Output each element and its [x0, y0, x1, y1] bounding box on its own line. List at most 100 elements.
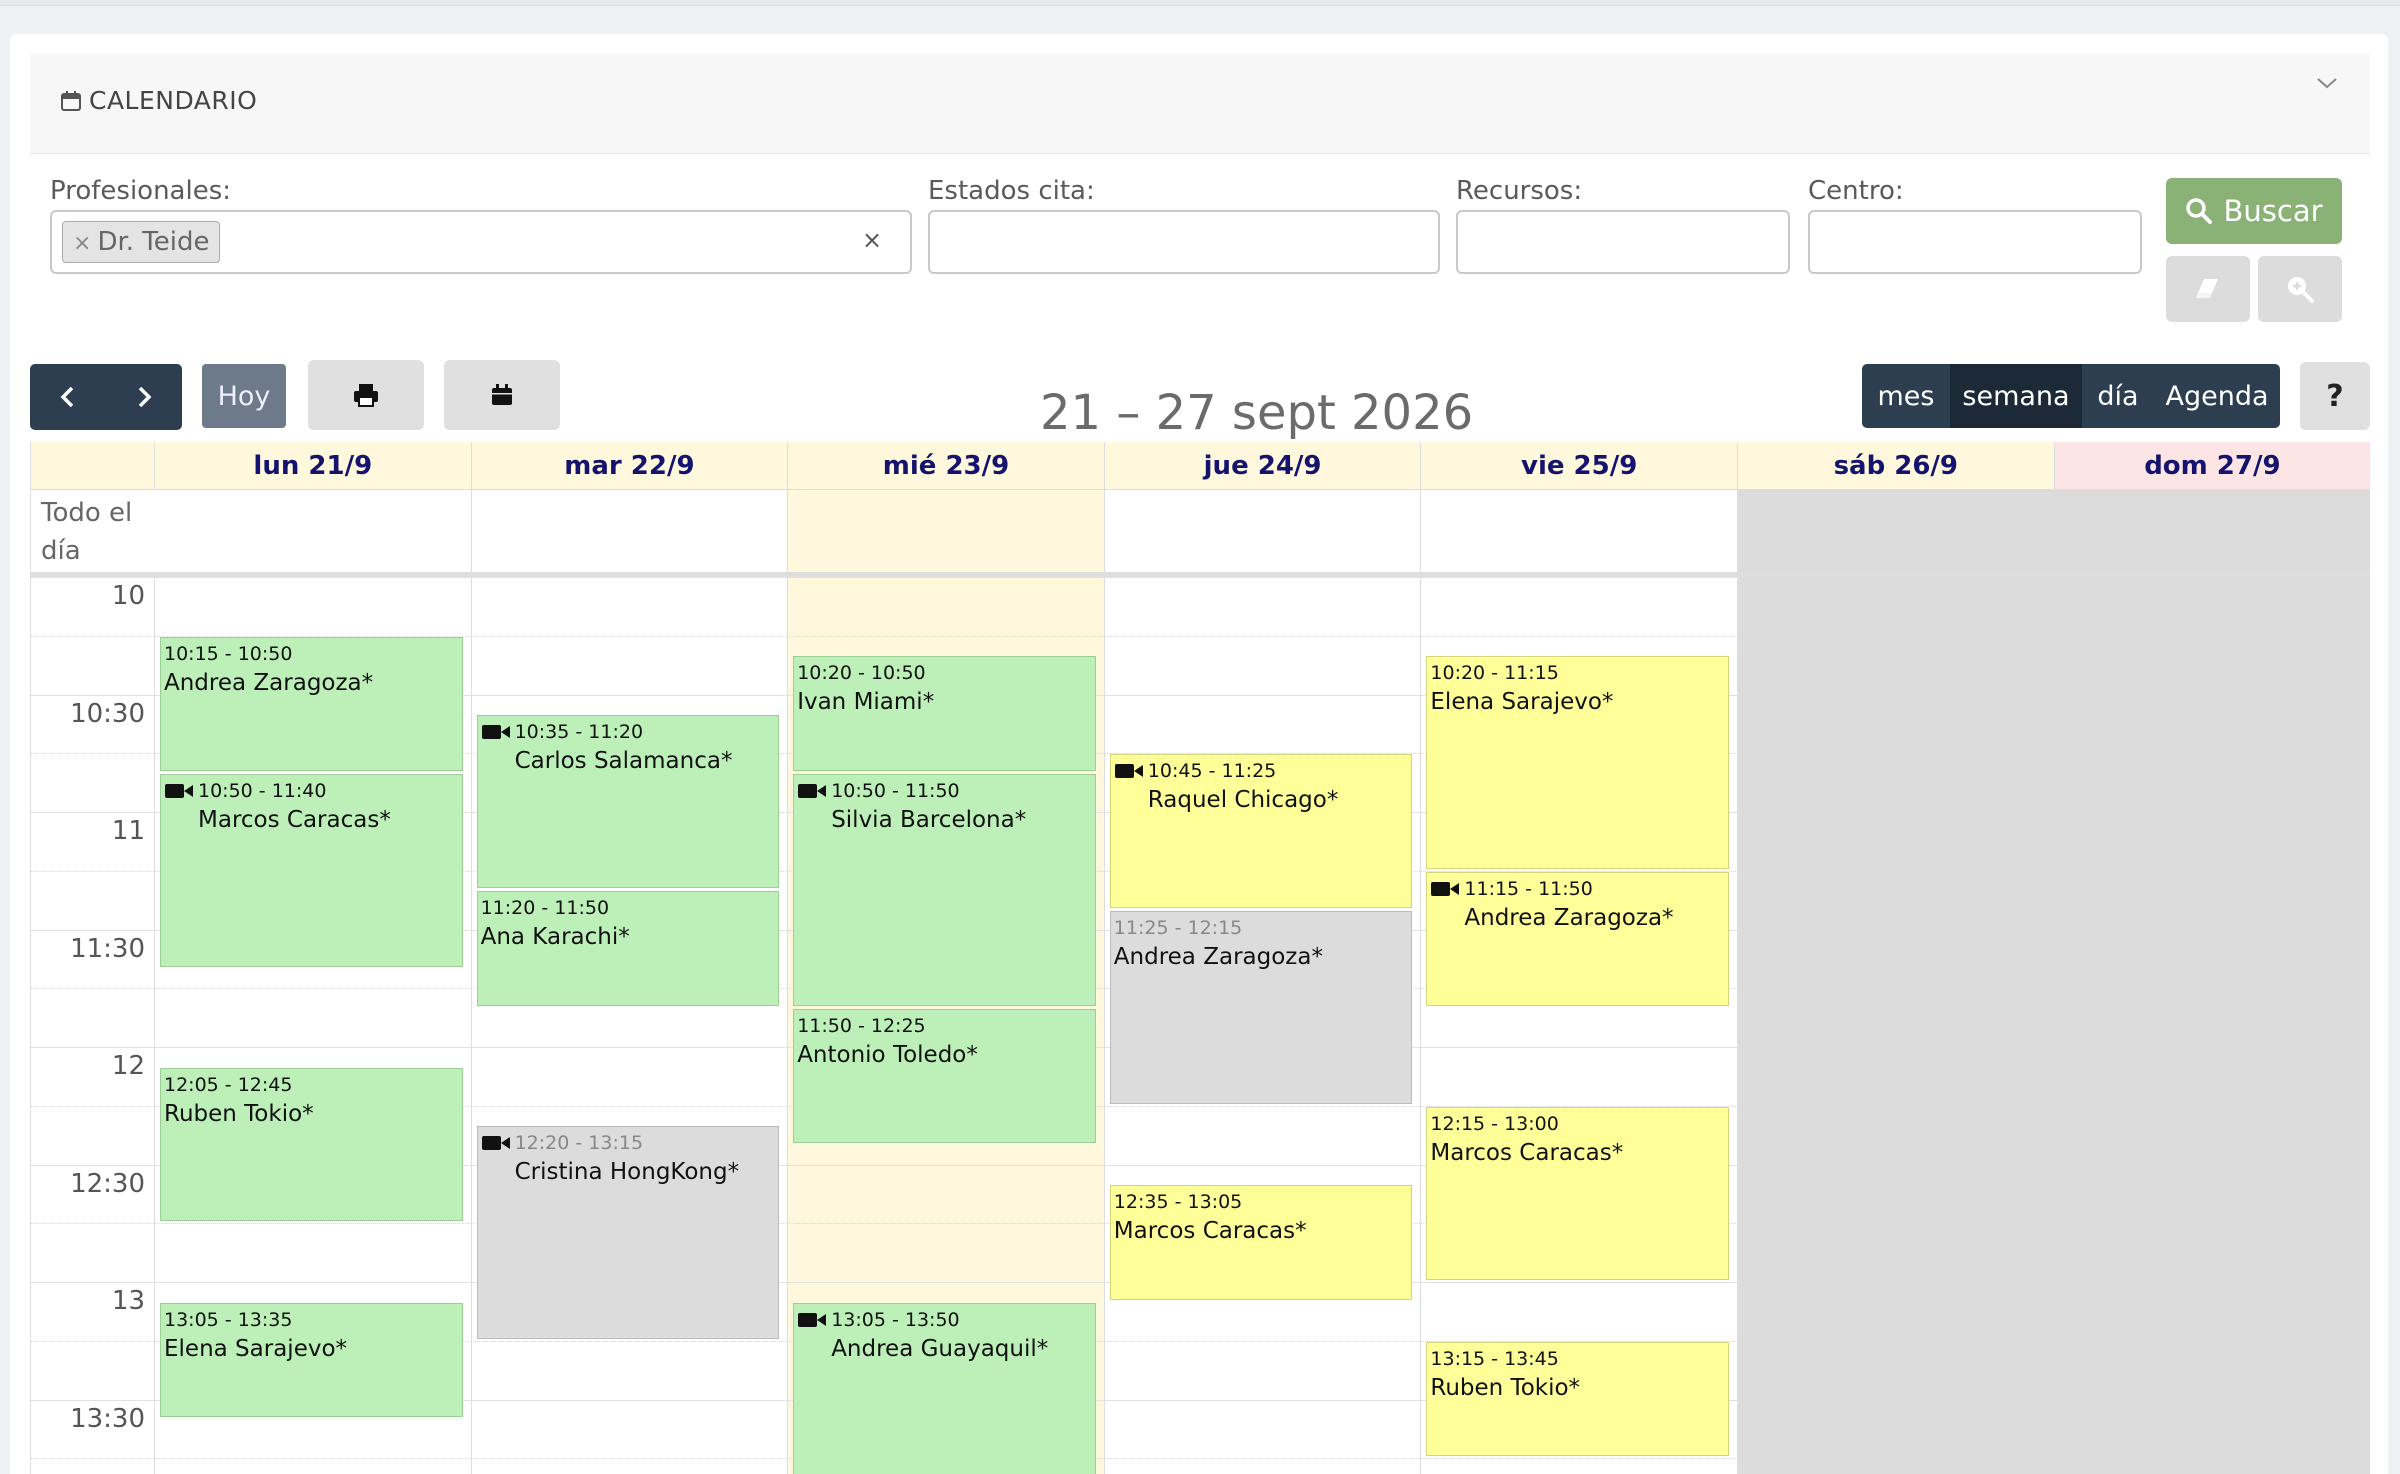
prev-button[interactable] — [30, 364, 106, 430]
day-header[interactable]: sáb 26/9 — [1738, 442, 2055, 490]
event-patient-name: Ana Karachi* — [480, 924, 630, 951]
allday-cell[interactable] — [1421, 490, 1738, 572]
appointment-event[interactable]: 10:35 - 11:20 Carlos Salamanca* — [476, 715, 780, 889]
event-time: 10:50 - 11:40 — [164, 779, 459, 803]
event-patient-name: Marcos Caracas* — [1113, 1218, 1307, 1245]
day-header[interactable]: lun 21/9 — [155, 442, 472, 490]
event-patient-name: Raquel Chicago* — [1147, 787, 1339, 814]
view-month-button[interactable]: mes — [1862, 364, 1950, 428]
allday-label: Todo el día — [41, 498, 133, 566]
appointment-event[interactable]: 10:20 - 11:15 Elena Sarajevo* — [1426, 656, 1729, 869]
time-label: 11:30 — [70, 933, 145, 964]
time-label: 13:30 — [70, 1403, 145, 1434]
event-patient-name: Elena Sarajevo* — [164, 1335, 348, 1362]
event-patient-name: Elena Sarajevo* — [1430, 689, 1614, 716]
profesional-tag-label: Dr. Teide — [97, 227, 210, 257]
eraser-button[interactable] — [2166, 256, 2250, 322]
event-patient-name: Marcos Caracas* — [1430, 1139, 1624, 1166]
appointment-event[interactable]: 12:20 - 13:15 Cristina HongKong* — [476, 1126, 780, 1339]
appointment-event[interactable]: 13:05 - 13:35 Elena Sarajevo* — [160, 1302, 463, 1418]
view-week-button[interactable]: semana — [1950, 364, 2082, 428]
time-label: 11 — [111, 816, 145, 846]
allday-cell[interactable] — [472, 490, 789, 572]
allday-cell[interactable] — [1738, 490, 2055, 572]
next-button[interactable] — [106, 364, 182, 430]
zoom-button[interactable] — [2258, 256, 2342, 322]
allday-cell[interactable] — [155, 490, 472, 572]
card-header — [30, 54, 2370, 154]
event-time: 10:35 - 11:20 — [481, 720, 776, 744]
day-column[interactable] — [1738, 577, 2055, 1474]
day-header[interactable]: dom 27/9 — [2054, 442, 2370, 490]
today-button[interactable]: Hoy — [202, 364, 286, 428]
chevron-right-icon — [138, 386, 152, 408]
appointment-event[interactable]: 11:50 - 12:25 Antonio Toledo* — [793, 1008, 1096, 1143]
date-picker-button[interactable] — [444, 360, 560, 430]
event-time: 13:05 - 13:35 — [164, 1308, 459, 1332]
event-time-text: 11:25 - 12:15 — [1113, 916, 1243, 939]
day-header[interactable]: vie 25/9 — [1421, 442, 1738, 490]
appointment-event[interactable]: 11:25 - 12:15 Andrea Zaragoza* — [1109, 910, 1413, 1104]
event-patient-name: Andrea Guayaquil* — [831, 1335, 1049, 1362]
event-patient-name: Carlos Salamanca* — [514, 748, 733, 775]
print-button[interactable] — [308, 360, 424, 430]
gutter-header — [31, 442, 155, 490]
event-time-text: 12:20 - 13:15 — [514, 1132, 644, 1155]
event-patient-name: Andrea Zaragoza* — [1113, 943, 1323, 970]
zoom-in-icon — [2288, 277, 2314, 303]
day-column[interactable] — [472, 577, 789, 1474]
search-icon — [2186, 198, 2213, 224]
event-time-text: 10:45 - 11:25 — [1147, 760, 1277, 783]
day-header[interactable]: mié 23/9 — [788, 442, 1105, 490]
appointment-event[interactable]: 11:15 - 11:50 Andrea Zaragoza* — [1426, 871, 1729, 1006]
tag-remove-icon[interactable]: × — [73, 231, 91, 256]
chevron-down-icon[interactable] — [2314, 70, 2340, 96]
search-button[interactable]: Buscar — [2166, 178, 2342, 244]
event-time: 11:20 - 11:50 — [481, 896, 776, 920]
appointment-event[interactable]: 10:50 - 11:40 Marcos Caracas* — [160, 773, 463, 967]
appointment-event[interactable]: 12:05 - 12:45 Ruben Tokio* — [160, 1067, 463, 1222]
event-time-text: 10:50 - 11:40 — [198, 779, 327, 802]
appointment-event[interactable]: 10:15 - 10:50 Andrea Zaragoza* — [160, 636, 463, 771]
appointment-event[interactable]: 13:05 - 13:50 Andrea Guayaquil* — [793, 1302, 1096, 1474]
slot-line — [31, 577, 1738, 578]
event-time-text: 11:50 - 12:25 — [797, 1014, 926, 1037]
appointment-event[interactable]: 11:20 - 11:50 Ana Karachi* — [476, 891, 780, 1006]
appointment-event[interactable]: 12:35 - 13:05 Marcos Caracas* — [1109, 1185, 1413, 1300]
event-time-text: 13:05 - 13:35 — [164, 1308, 293, 1331]
day-header[interactable]: mar 22/9 — [471, 442, 789, 490]
allday-cell[interactable] — [1105, 490, 1422, 572]
profesional-tag: × Dr. Teide — [62, 221, 221, 263]
day-header[interactable]: jue 24/9 — [1104, 442, 1422, 490]
clear-selection-icon[interactable]: × — [862, 226, 882, 254]
appointment-event[interactable]: 10:50 - 11:50 Silvia Barcelona* — [793, 773, 1096, 1006]
event-time: 10:45 - 11:25 — [1114, 759, 1409, 783]
allday-cell[interactable] — [788, 490, 1105, 572]
appointment-event[interactable]: 10:45 - 11:25 Raquel Chicago* — [1109, 754, 1413, 908]
appointment-event[interactable]: 10:20 - 10:50 Ivan Miami* — [793, 656, 1096, 771]
help-button[interactable]: ? — [2300, 362, 2370, 430]
event-patient-name: Marcos Caracas* — [198, 806, 391, 833]
centro-select[interactable] — [1808, 210, 2142, 274]
event-time-text: 12:15 - 13:00 — [1430, 1112, 1559, 1135]
top-bar — [0, 0, 2400, 6]
event-time-text: 11:15 - 11:50 — [1464, 877, 1593, 900]
day-column[interactable] — [2054, 577, 2370, 1474]
estados-select[interactable] — [928, 210, 1440, 274]
view-agenda-button[interactable]: Agenda — [2154, 364, 2280, 428]
event-time: 11:25 - 12:15 — [1114, 916, 1409, 940]
time-label: 12:30 — [70, 1168, 145, 1199]
appointment-event[interactable]: 12:15 - 13:00 Marcos Caracas* — [1426, 1106, 1729, 1280]
event-patient-name: Antonio Toledo* — [797, 1041, 978, 1068]
event-patient-name: Ruben Tokio* — [164, 1100, 314, 1127]
allday-cell[interactable] — [2054, 490, 2370, 572]
appointment-event[interactable]: 13:15 - 13:45 Ruben Tokio* — [1426, 1341, 1729, 1457]
calendar-icon — [492, 384, 512, 405]
time-label: 10:30 — [70, 698, 145, 729]
event-patient-name: Andrea Zaragoza* — [164, 669, 374, 696]
recursos-select[interactable] — [1456, 210, 1790, 274]
view-day-button[interactable]: día — [2082, 364, 2154, 428]
video-camera-icon — [1114, 764, 1143, 779]
video-camera-icon — [165, 783, 193, 798]
event-time: 10:50 - 11:50 — [797, 779, 1092, 803]
